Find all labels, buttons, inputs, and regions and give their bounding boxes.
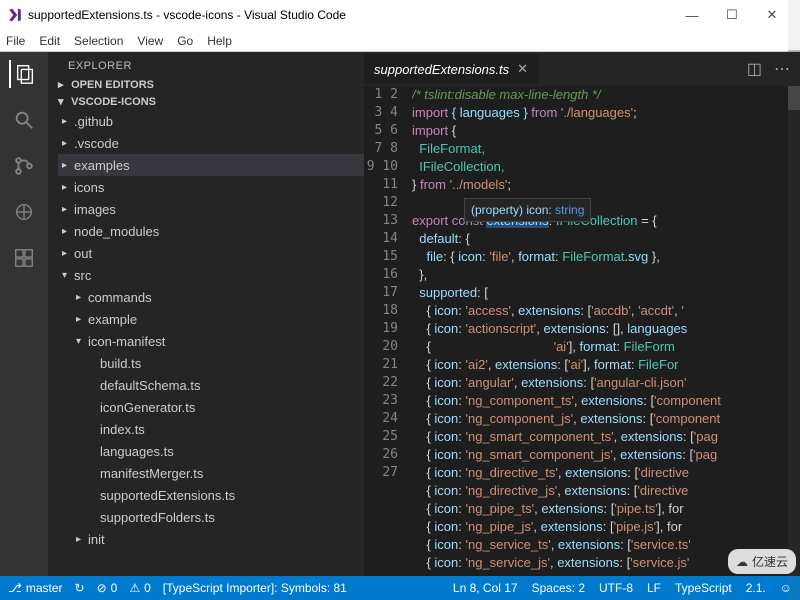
more-actions-icon[interactable]: ⋯ <box>774 59 790 79</box>
debug-icon[interactable] <box>10 198 38 226</box>
code-area[interactable]: 1 2 3 4 5 6 7 8 9 10 11 12 13 14 15 16 1… <box>364 86 800 576</box>
tab-supportedextensions[interactable]: supportedExtensions.ts ✕ <box>364 54 539 84</box>
sync-status[interactable]: ↻ <box>75 581 85 595</box>
folder-example[interactable]: ▸example <box>72 308 364 330</box>
menu-file[interactable]: File <box>6 34 25 48</box>
vscode-logo-icon <box>8 8 22 22</box>
close-button[interactable]: ✕ <box>752 7 792 23</box>
encoding-status[interactable]: UTF-8 <box>599 581 633 595</box>
file-build[interactable]: build.ts <box>86 352 364 374</box>
editor: supportedExtensions.ts ✕ ◫ ⋯ 1 2 3 4 5 6… <box>364 52 800 576</box>
search-icon[interactable] <box>10 106 38 134</box>
folder-images[interactable]: ▸images <box>58 198 364 220</box>
error-count[interactable]: ⊘ 0 <box>97 581 118 595</box>
extensions-icon[interactable] <box>10 244 38 272</box>
folder-examples[interactable]: ▸examples <box>58 154 364 176</box>
folder-github[interactable]: ▸.github <box>58 110 364 132</box>
maximize-button[interactable]: ☐ <box>712 7 752 23</box>
folder-vscode[interactable]: ▸.vscode <box>58 132 364 154</box>
file-tree: ▸.github ▸.vscode ▸examples ▸icons ▸imag… <box>48 110 364 550</box>
folder-icons[interactable]: ▸icons <box>58 176 364 198</box>
folder-commands[interactable]: ▸commands <box>72 286 364 308</box>
ts-importer-status[interactable]: [TypeScript Importer]: Symbols: 81 <box>163 581 347 595</box>
section-project[interactable]: ▾ VSCODE-ICONS <box>48 93 364 110</box>
folder-icon-manifest[interactable]: ▾icon-manifest <box>72 330 364 352</box>
activity-bar <box>0 52 48 576</box>
code-lines[interactable]: /* tslint:disable max-line-length */ imp… <box>412 86 800 576</box>
folder-node-modules[interactable]: ▸node_modules <box>58 220 364 242</box>
warning-count[interactable]: ⚠ 0 <box>129 581 150 595</box>
section-open-editors[interactable]: ▸ OPEN EDITORS <box>48 76 364 93</box>
watermark: ☁ 亿速云 <box>728 549 796 574</box>
status-bar: ⎇master ↻ ⊘ 0 ⚠ 0 [TypeScript Importer]:… <box>0 576 800 600</box>
cursor-position[interactable]: Ln 8, Col 17 <box>453 581 518 595</box>
eol-status[interactable]: LF <box>647 581 661 595</box>
file-supportedfolders[interactable]: supportedFolders.ts <box>86 506 364 528</box>
file-index[interactable]: index.ts <box>86 418 364 440</box>
menu-view[interactable]: View <box>137 34 163 48</box>
source-control-icon[interactable] <box>10 152 38 180</box>
line-numbers: 1 2 3 4 5 6 7 8 9 10 11 12 13 14 15 16 1… <box>364 86 412 576</box>
menu-bar: File Edit Selection View Go Help <box>0 30 800 52</box>
language-mode[interactable]: TypeScript <box>675 581 732 595</box>
minimize-button[interactable]: — <box>672 8 712 23</box>
editor-tabs: supportedExtensions.ts ✕ ◫ ⋯ <box>364 52 800 86</box>
menu-selection[interactable]: Selection <box>74 34 123 48</box>
menu-help[interactable]: Help <box>207 34 232 48</box>
sidebar: EXPLORER ▸ OPEN EDITORS ▾ VSCODE-ICONS ▸… <box>48 52 364 576</box>
git-branch-icon: ⎇ <box>8 581 22 595</box>
cloud-icon: ☁ <box>736 555 748 569</box>
sidebar-title: EXPLORER <box>48 52 364 76</box>
split-editor-icon[interactable]: ◫ <box>747 59 762 79</box>
menu-edit[interactable]: Edit <box>39 34 60 48</box>
folder-init[interactable]: ▸init <box>72 528 364 550</box>
file-supportedextensions[interactable]: supportedExtensions.ts <box>86 484 364 506</box>
ts-version[interactable]: 2.1. <box>746 581 766 595</box>
window-title: supportedExtensions.ts - vscode-icons - … <box>28 8 672 22</box>
indentation-status[interactable]: Spaces: 2 <box>532 581 585 595</box>
close-tab-icon[interactable]: ✕ <box>517 61 528 77</box>
file-icongenerator[interactable]: iconGenerator.ts <box>86 396 364 418</box>
menu-go[interactable]: Go <box>177 34 193 48</box>
intellisense-hover: (property) icon: string <box>464 198 591 222</box>
file-languages[interactable]: languages.ts <box>86 440 364 462</box>
file-defaultschema[interactable]: defaultSchema.ts <box>86 374 364 396</box>
folder-out[interactable]: ▸out <box>58 242 364 264</box>
explorer-icon[interactable] <box>9 60 37 88</box>
git-branch-status[interactable]: ⎇master <box>8 581 63 595</box>
title-bar: supportedExtensions.ts - vscode-icons - … <box>0 0 800 30</box>
folder-src[interactable]: ▾src <box>58 264 364 286</box>
file-manifestmerger[interactable]: manifestMerger.ts <box>86 462 364 484</box>
